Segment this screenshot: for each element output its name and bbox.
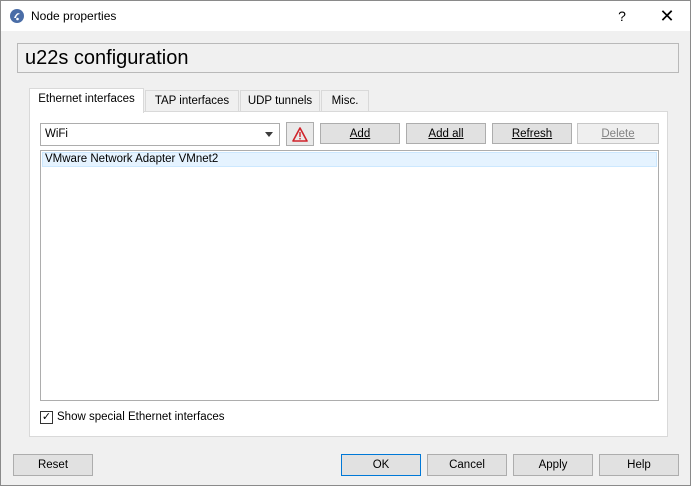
config-header: u22s configuration (17, 43, 679, 73)
refresh-button[interactable]: Refresh (492, 123, 572, 144)
title-bar[interactable]: Node properties ? ✕ (1, 1, 690, 31)
warning-button[interactable] (286, 122, 314, 146)
refresh-button-label: Refresh (511, 127, 553, 140)
apply-button[interactable]: Apply (513, 454, 593, 476)
tab-udp-tunnels[interactable]: UDP tunnels (240, 90, 320, 112)
tab-misc[interactable]: Misc. (321, 90, 369, 112)
ethernet-interfaces-pane: WiFi Add Add all Refresh Delete VMware N… (29, 111, 668, 437)
interface-select-value: WiFi (45, 128, 68, 140)
list-item[interactable]: VMware Network Adapter VMnet2 (42, 152, 657, 167)
add-all-button[interactable]: Add all (406, 123, 486, 144)
delete-button-label: Delete (601, 127, 635, 140)
gns3-app-icon (10, 9, 24, 23)
add-button-label: Add (349, 127, 371, 140)
tab-ethernet-interfaces[interactable]: Ethernet interfaces (29, 88, 144, 113)
reset-button[interactable]: Reset (13, 454, 93, 476)
node-properties-dialog: Node properties ? ✕ u22s configuration E… (0, 0, 691, 486)
add-all-button-label: Add all (428, 127, 464, 140)
help-button[interactable]: Help (599, 454, 679, 476)
window-title: Node properties (31, 9, 117, 23)
warning-icon (292, 126, 308, 142)
chevron-down-icon (265, 132, 273, 137)
add-button[interactable]: Add (320, 123, 400, 144)
close-button[interactable]: ✕ (644, 1, 690, 31)
interface-list[interactable]: VMware Network Adapter VMnet2 (40, 150, 659, 401)
show-special-row[interactable]: ✓ Show special Ethernet interfaces (40, 409, 224, 425)
show-special-checkbox[interactable]: ✓ (40, 410, 53, 424)
ok-button[interactable]: OK (341, 454, 421, 476)
cancel-button[interactable]: Cancel (427, 454, 507, 476)
interface-select[interactable]: WiFi (40, 123, 280, 146)
page-title: u22s configuration (25, 47, 189, 69)
help-title-button[interactable]: ? (599, 1, 645, 31)
show-special-label: Show special Ethernet interfaces (57, 411, 225, 423)
tab-tap-interfaces[interactable]: TAP interfaces (145, 90, 239, 112)
delete-button[interactable]: Delete (577, 123, 659, 144)
